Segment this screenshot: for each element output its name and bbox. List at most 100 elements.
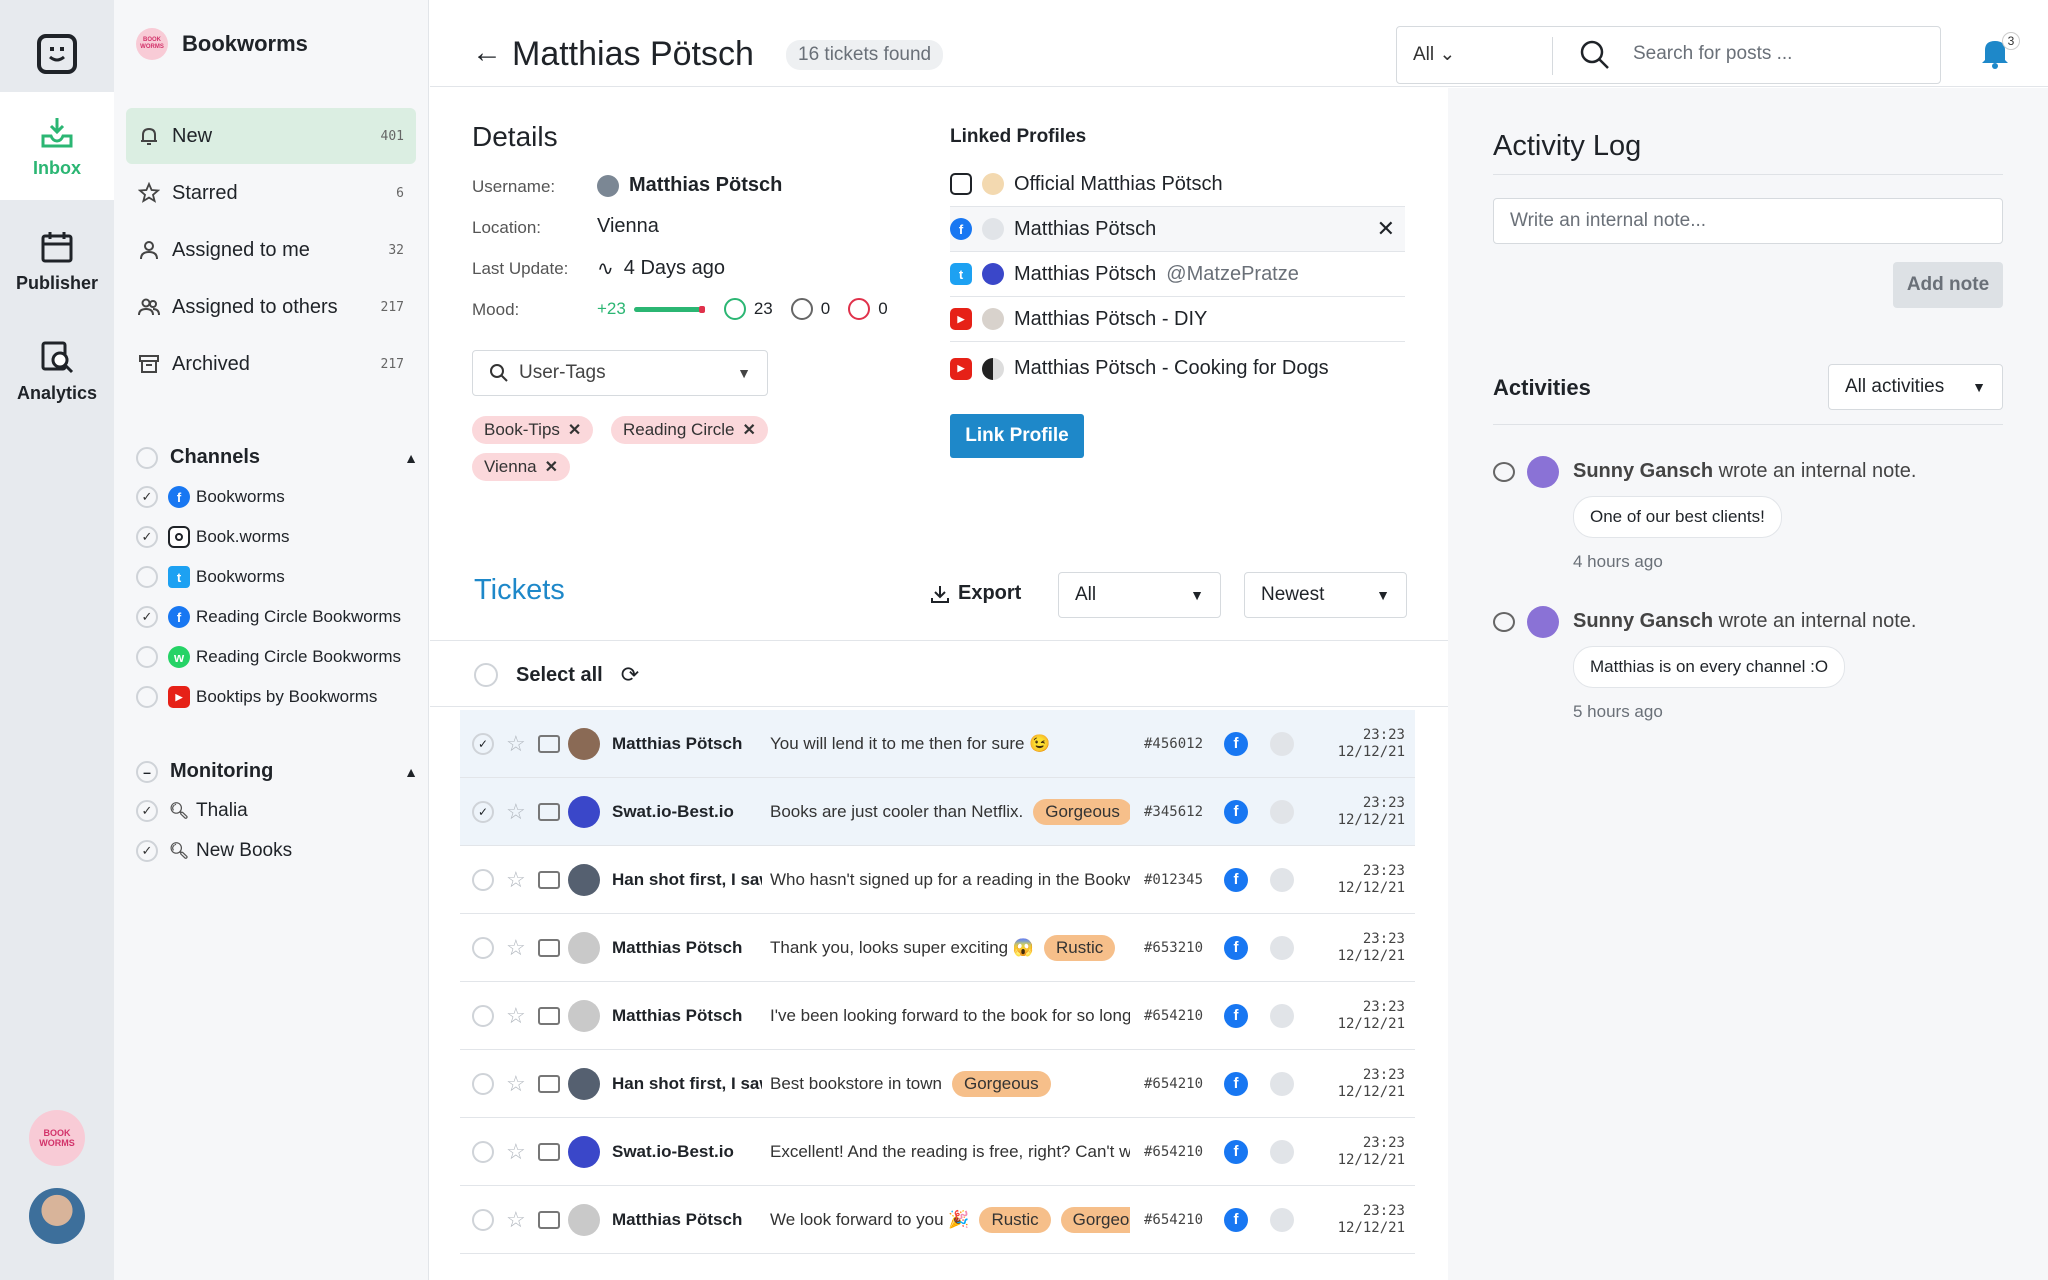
- star-icon[interactable]: ☆: [506, 731, 528, 757]
- star-icon[interactable]: ☆: [506, 867, 528, 893]
- nav-new[interactable]: New 401: [126, 108, 416, 164]
- select-all-checkbox[interactable]: [474, 663, 498, 687]
- facebook-icon: f: [1224, 1071, 1248, 1096]
- rail-publisher[interactable]: Publisher: [0, 206, 114, 316]
- row-checkbox[interactable]: [472, 1072, 494, 1095]
- channel-checkbox[interactable]: [136, 566, 158, 588]
- assignee-avatar[interactable]: [1270, 935, 1294, 960]
- activities-filter-value: All activities: [1845, 376, 1945, 397]
- nav-assigned-to-others[interactable]: Assigned to others 217: [126, 279, 416, 335]
- table-row[interactable]: ☆ Swat.io-Best.io Excellent! And the readi…: [460, 1118, 1415, 1186]
- assignee-avatar[interactable]: [1270, 1207, 1294, 1232]
- refresh-icon[interactable]: ⟳: [621, 662, 639, 688]
- remove-tag-icon[interactable]: ✕: [568, 420, 581, 440]
- channel-item[interactable]: w Reading Circle Bookworms: [136, 646, 418, 668]
- channel-item[interactable]: t Bookworms: [136, 566, 418, 588]
- monitoring-item[interactable]: ✓ 🔍︎ Thalia: [136, 800, 418, 822]
- star-icon[interactable]: ☆: [506, 799, 528, 825]
- monitoring-item[interactable]: ✓ 🔍︎ New Books: [136, 840, 418, 862]
- nav-assigned-to-me[interactable]: Assigned to me 32: [126, 222, 416, 278]
- star-icon[interactable]: ☆: [506, 935, 528, 961]
- ticket-filter-select[interactable]: All ▼: [1058, 572, 1221, 618]
- assignee-avatar[interactable]: [1270, 799, 1294, 824]
- tag-chip[interactable]: Vienna ✕: [472, 453, 571, 481]
- search-scope-select[interactable]: All ⌄: [1413, 43, 1455, 66]
- mood-positive-count: 23: [753, 299, 773, 318]
- monitoring-section-header[interactable]: – Monitoring ▲: [136, 760, 418, 783]
- assignee-avatar[interactable]: [1270, 1003, 1294, 1028]
- channel-checkbox[interactable]: [136, 646, 158, 668]
- add-note-button[interactable]: Add note: [1893, 262, 2003, 308]
- linked-profile-row[interactable]: ▶ Matthias Pötsch - Cooking for Dogs: [950, 346, 1405, 391]
- table-row[interactable]: ☆ Han shot first, I saw it Best bookstore …: [460, 1050, 1415, 1118]
- assignee-avatar[interactable]: [1270, 731, 1294, 756]
- star-icon[interactable]: ☆: [506, 1207, 528, 1233]
- monitoring-checkbox[interactable]: ✓: [136, 800, 158, 822]
- star-icon[interactable]: ☆: [506, 1139, 528, 1165]
- table-row[interactable]: ✓ ☆ Swat.io-Best.io Books are just cooler t…: [460, 778, 1415, 846]
- ticket-time: 23:23: [1362, 794, 1405, 811]
- linked-profile-row[interactable]: Official Matthias Pötsch: [950, 162, 1405, 207]
- channel-item[interactable]: ✓ f Bookworms: [136, 486, 418, 508]
- assignee-avatar[interactable]: [1270, 867, 1294, 892]
- linked-profile-row[interactable]: t Matthias Pötsch @MatzePratze: [950, 252, 1405, 297]
- channel-checkbox[interactable]: [136, 686, 158, 708]
- ticket-tag-badge: Gorgeous: [951, 1070, 1051, 1097]
- chevron-up-icon[interactable]: ▲: [404, 450, 418, 466]
- row-checkbox[interactable]: [472, 1140, 494, 1163]
- rail-analytics[interactable]: Analytics: [0, 316, 114, 426]
- unlink-close-icon[interactable]: ✕: [1377, 216, 1395, 242]
- monitoring-select-all[interactable]: –: [136, 760, 158, 783]
- linked-profile-row[interactable]: ▶ Matthias Pötsch - DIY: [950, 297, 1405, 342]
- user-tags-select[interactable]: User-Tags ▼: [472, 350, 768, 396]
- export-button[interactable]: Export: [930, 582, 1021, 605]
- row-checkbox[interactable]: [472, 868, 494, 891]
- search-input[interactable]: [1633, 43, 1913, 65]
- avatar: [982, 263, 1004, 285]
- table-row[interactable]: ☆ Matthias Pötsch I've been looking forwar…: [460, 982, 1415, 1050]
- row-checkbox[interactable]: [472, 1208, 494, 1231]
- monitoring-checkbox[interactable]: ✓: [136, 840, 158, 862]
- link-profile-button[interactable]: Link Profile: [950, 414, 1084, 458]
- tag-chip[interactable]: Book-Tips ✕: [472, 416, 594, 444]
- nav-starred[interactable]: Starred 6: [126, 165, 416, 221]
- back-arrow-icon[interactable]: ←: [472, 36, 502, 70]
- logo-icon: [37, 34, 77, 74]
- channels-select-all[interactable]: [136, 446, 158, 469]
- row-checkbox[interactable]: ✓: [472, 732, 494, 755]
- ticket-time: 23:23: [1362, 726, 1405, 743]
- row-checkbox[interactable]: [472, 1004, 494, 1027]
- table-row[interactable]: ☆ Matthias Pötsch We look forward to you 🎉…: [460, 1186, 1415, 1254]
- ticket-message-text: Who hasn't signed up for a reading in th…: [770, 869, 1130, 889]
- user-avatar[interactable]: [29, 1188, 85, 1244]
- channel-checkbox[interactable]: ✓: [136, 486, 158, 508]
- assignee-avatar[interactable]: [1270, 1139, 1294, 1164]
- linked-profile-row[interactable]: f Matthias Pötsch ✕: [950, 207, 1405, 252]
- row-checkbox[interactable]: ✓: [472, 800, 494, 823]
- channel-checkbox[interactable]: ✓: [136, 526, 158, 548]
- assignee-avatar[interactable]: [1270, 1071, 1294, 1096]
- rail-inbox[interactable]: Inbox: [0, 92, 114, 200]
- internal-note-input[interactable]: [1493, 198, 2003, 244]
- star-icon[interactable]: ☆: [506, 1071, 528, 1097]
- chevron-up-icon[interactable]: ▲: [404, 764, 418, 780]
- table-row[interactable]: ☆ Matthias Pötsch Thank you, looks super e…: [460, 914, 1415, 982]
- nav-archived[interactable]: Archived 217: [126, 336, 416, 392]
- star-icon[interactable]: ☆: [506, 1003, 528, 1029]
- brand-avatar[interactable]: BOOK WORMS: [29, 1110, 85, 1166]
- remove-tag-icon[interactable]: ✕: [743, 420, 756, 440]
- channels-section-header[interactable]: Channels ▲: [136, 446, 418, 469]
- ticket-sort-select[interactable]: Newest ▼: [1244, 572, 1407, 618]
- workspace-brand[interactable]: BOOK WORMS Bookworms: [136, 28, 308, 60]
- tag-label: Vienna: [484, 457, 537, 476]
- activities-filter-select[interactable]: All activities ▼: [1828, 364, 2003, 410]
- remove-tag-icon[interactable]: ✕: [545, 457, 558, 477]
- channel-item[interactable]: ✓ f Reading Circle Bookworms: [136, 606, 418, 628]
- row-checkbox[interactable]: [472, 936, 494, 959]
- table-row[interactable]: ☆ Han shot first, I saw it Who hasn't sign…: [460, 846, 1415, 914]
- tag-chip[interactable]: Reading Circle ✕: [611, 416, 768, 444]
- channel-checkbox[interactable]: ✓: [136, 606, 158, 628]
- channel-item[interactable]: ✓ Book.worms: [136, 526, 418, 548]
- table-row[interactable]: ✓ ☆ Matthias Pötsch You will lend it to me …: [460, 710, 1415, 778]
- channel-item[interactable]: ▶ Booktips by Bookworms: [136, 686, 418, 708]
